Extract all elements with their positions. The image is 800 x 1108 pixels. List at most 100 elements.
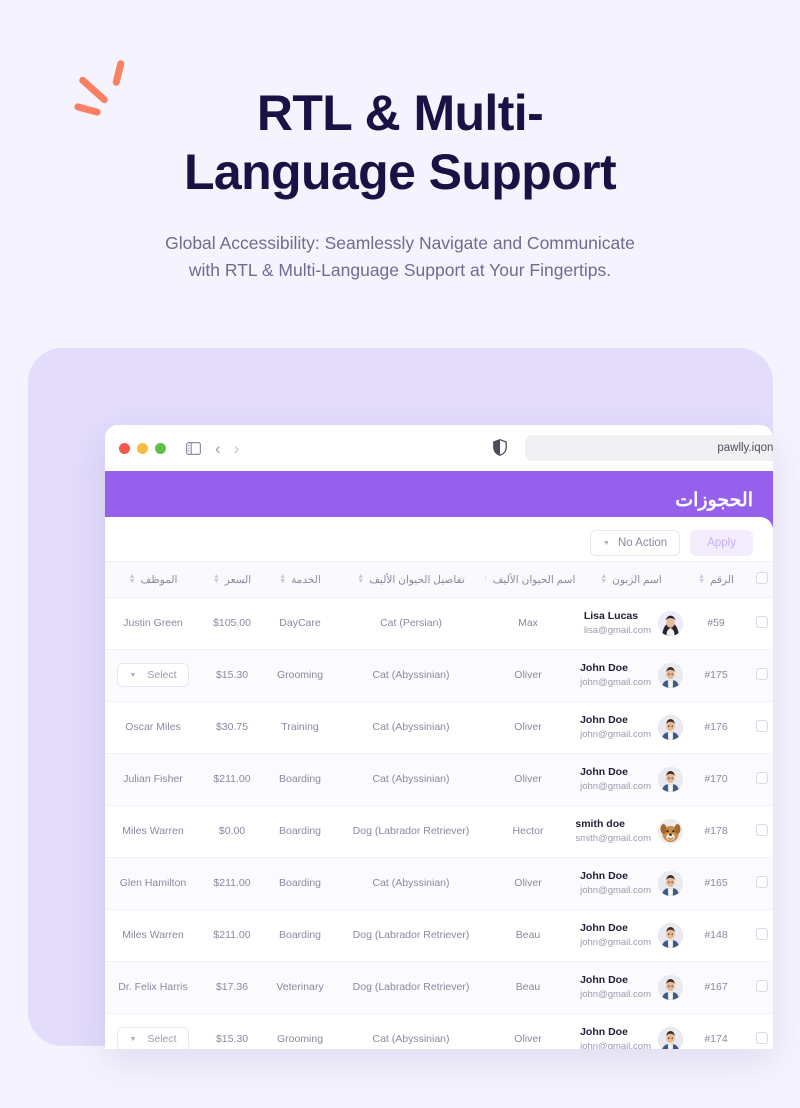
staff-select[interactable]: Select ▼: [117, 663, 189, 688]
close-window-button[interactable]: [119, 442, 130, 454]
apply-button[interactable]: Apply: [690, 530, 753, 556]
table-row[interactable]: #175 John Doe john@gmail.com Oliver Cat (Aby…: [105, 649, 773, 702]
row-checkbox[interactable]: [756, 875, 768, 888]
th-customer-label: اسم الزبون: [612, 573, 662, 586]
staff-select[interactable]: Select ▼: [117, 1027, 189, 1049]
chevron-down-icon: ▼: [603, 539, 610, 547]
address-bar[interactable]: pawlly.iqonic.design 🔒: [525, 435, 773, 461]
service-name: Boarding: [263, 857, 337, 910]
customer-name: smith doe: [575, 817, 625, 830]
privacy-shield-icon[interactable]: [493, 439, 507, 461]
table-row[interactable]: #178 smith doe smith@gmail.com Hector Dog (L…: [105, 805, 773, 858]
table-row[interactable]: #174 John Doe john@gmail.com Oliver Cat (Aby…: [105, 1013, 773, 1049]
booking-id[interactable]: #176: [691, 701, 741, 754]
table-row[interactable]: #167 John Doe john@gmail.com Beau Dog (Labra…: [105, 961, 773, 1014]
customer-name: John Doe: [580, 765, 628, 778]
customer-cell: John Doe john@gmail.com: [571, 701, 691, 754]
row-checkbox[interactable]: [756, 719, 768, 732]
staff-name: Oscar Miles: [125, 721, 181, 734]
customer-email: smith@gmail.com: [575, 833, 651, 845]
bulk-action-toolbar: Apply No Action ▼: [105, 517, 773, 561]
table-row[interactable]: #176 John Doe john@gmail.com Oliver Cat (Aby…: [105, 701, 773, 754]
chevron-left-icon[interactable]: ‹: [215, 440, 221, 457]
row-checkbox[interactable]: [756, 1031, 768, 1044]
staff-cell: Select ▼: [105, 649, 201, 702]
price: $15.30: [201, 649, 263, 702]
th-id[interactable]: الرقم ▲ ▼: [691, 561, 741, 598]
booking-id[interactable]: #59: [691, 597, 741, 650]
customer-name: John Doe: [580, 973, 628, 986]
th-pet[interactable]: اسم الحيوان الأليف ▲▼: [481, 561, 575, 598]
pet-name[interactable]: Beau: [485, 961, 571, 1014]
pet-details: Cat (Abyssinian): [337, 701, 485, 754]
maximize-window-button[interactable]: [155, 442, 166, 454]
service-name: Training: [263, 701, 337, 754]
page-root: RTL & Multi- Language Support Global Acc…: [0, 0, 800, 1108]
pet-name[interactable]: Hector: [485, 805, 571, 858]
table-header: الرقم ▲ ▼ اسم الزبون ▲ ▼ اسم الحيوان الأ…: [105, 561, 773, 598]
row-checkbox[interactable]: [756, 615, 768, 628]
customer-email: john@gmail.com: [580, 729, 651, 741]
pet-details: Cat (Abyssinian): [337, 857, 485, 910]
select-all-checkbox[interactable]: [756, 572, 768, 584]
pet-name[interactable]: Oliver: [485, 857, 571, 910]
customer-name: John Doe: [580, 869, 628, 882]
row-checkbox[interactable]: [756, 979, 768, 992]
th-staff-label: الموظف: [140, 573, 178, 586]
page-title-line1: RTL & Multi-: [256, 85, 544, 141]
minimize-window-button[interactable]: [137, 442, 148, 454]
staff-cell: Justin Green: [105, 597, 201, 650]
staff-cell: Dr. Felix Harris: [105, 961, 201, 1014]
customer-cell: John Doe john@gmail.com: [571, 649, 691, 702]
sidebar-toggle-icon[interactable]: [186, 441, 201, 455]
row-checkbox[interactable]: [756, 927, 768, 940]
booking-id[interactable]: #170: [691, 753, 741, 806]
pet-details: Dog (Labrador Retriever): [337, 805, 485, 858]
th-customer[interactable]: اسم الزبون ▲ ▼: [571, 561, 691, 598]
customer-email: lisa@gmail.com: [583, 625, 651, 637]
staff-cell: Oscar Miles: [105, 701, 201, 754]
pet-name[interactable]: Beau: [485, 909, 571, 962]
price: $30.75: [201, 701, 263, 754]
bulk-action-select[interactable]: No Action ▼: [590, 530, 681, 556]
service-name: Grooming: [263, 649, 337, 702]
pet-name[interactable]: Oliver: [485, 649, 571, 702]
sort-icon: ▲▼: [698, 572, 706, 585]
row-checkbox[interactable]: [756, 823, 768, 836]
pet-name[interactable]: Max: [485, 597, 571, 650]
avatar: [658, 922, 683, 948]
pet-details: Cat (Abyssinian): [337, 753, 485, 806]
pet-name[interactable]: Oliver: [485, 1013, 571, 1049]
pet-name[interactable]: Oliver: [485, 701, 571, 754]
booking-id[interactable]: #174: [691, 1013, 741, 1049]
table-row[interactable]: #148 John Doe john@gmail.com Beau Dog (Labra…: [105, 909, 773, 962]
booking-id[interactable]: #148: [691, 909, 741, 962]
page-subtitle-line1: Global Accessibility: Seamlessly Navigat…: [165, 233, 635, 253]
th-price[interactable]: السعر ▲ ▼: [201, 561, 263, 598]
content-panel: Apply No Action ▼ الرقم ▲ ▼ اسم الزبون ▲…: [105, 517, 773, 1049]
table-row[interactable]: #165 John Doe john@gmail.com Oliver Cat (Aby…: [105, 857, 773, 910]
th-staff[interactable]: الموظف ▲ ▼: [105, 561, 201, 598]
customer-email: john@gmail.com: [580, 937, 651, 949]
th-service[interactable]: الخدمة ▲ ▼: [263, 561, 337, 598]
th-pet-details[interactable]: تفاصيل الحيوان الأليف ▲ ▼: [337, 561, 485, 598]
booking-id[interactable]: #175: [691, 649, 741, 702]
chevron-right-icon[interactable]: ›: [234, 440, 240, 457]
th-id-label: الرقم: [710, 573, 734, 586]
customer-name: John Doe: [580, 921, 628, 934]
table-row[interactable]: #170 John Doe john@gmail.com Oliver Cat (Aby…: [105, 753, 773, 806]
customer-cell: smith doe smith@gmail.com: [571, 805, 691, 858]
chevron-down-icon: ▼: [129, 671, 137, 679]
service-name: Grooming: [263, 1013, 337, 1049]
row-checkbox[interactable]: [756, 771, 768, 784]
booking-id[interactable]: #178: [691, 805, 741, 858]
customer-cell: John Doe john@gmail.com: [571, 857, 691, 910]
booking-id[interactable]: #165: [691, 857, 741, 910]
row-checkbox[interactable]: [756, 667, 768, 680]
booking-id[interactable]: #167: [691, 961, 741, 1014]
customer-name: Lisa Lucas: [583, 610, 639, 622]
pet-name[interactable]: Oliver: [485, 753, 571, 806]
table-row[interactable]: #59 Lisa Lucas lisa@gmail.com Max Cat (Persi…: [105, 597, 773, 650]
th-pet-details-label: تفاصيل الحيوان الأليف: [369, 573, 465, 586]
browser-window: ‹ › pawlly.iqonic.design 🔒 الحجوزات Appl…: [105, 425, 773, 1049]
